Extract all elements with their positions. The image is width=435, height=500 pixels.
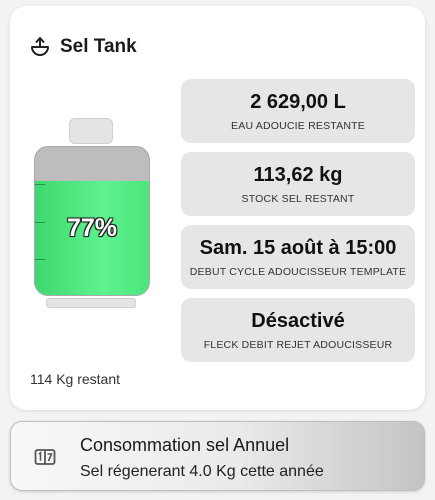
stat-value: Sam. 15 août à 15:00	[199, 237, 397, 259]
annual-consumption-value: Sel régenerant 4.0 Kg cette année	[80, 463, 324, 480]
stat-value: 2 629,00 L	[250, 91, 346, 113]
stat-stock-sel[interactable]: 113,62 kg STOCK SEL RESTANT	[181, 152, 415, 216]
tank-cap	[69, 118, 113, 144]
stat-label: EAU ADOUCIE RESTANTE	[231, 120, 365, 132]
card-title: Sel Tank	[60, 36, 137, 57]
stat-fleck-debit[interactable]: Désactivé FLECK DEBIT REJET ADOUCISSEUR	[181, 298, 415, 362]
stat-label: DEBUT CYCLE ADOUCISSEUR TEMPLATE	[189, 266, 407, 278]
tank-percent-label: 77%	[66, 214, 118, 242]
card-header: Sel Tank	[28, 35, 137, 59]
scale-icon	[28, 35, 52, 59]
annual-consumption-title: Consommation sel Annuel	[80, 435, 290, 455]
stat-label: FLECK DEBIT REJET ADOUCISSEUR	[203, 339, 393, 351]
remaining-salt-text: 114 Kg restant	[30, 371, 121, 387]
tank-tick	[35, 184, 45, 185]
annual-consumption-card[interactable]: Consommation sel Annuel Sel régenerant 4…	[10, 421, 425, 491]
stat-eau-adoucie[interactable]: 2 629,00 L EAU ADOUCIE RESTANTE	[181, 79, 415, 143]
tank-base	[46, 298, 136, 308]
stat-label: STOCK SEL RESTANT	[241, 193, 355, 205]
stat-debut-cycle[interactable]: Sam. 15 août à 15:00 DEBUT CYCLE ADOUCIS…	[181, 225, 415, 289]
tank-tick	[35, 259, 45, 260]
stat-value: Désactivé	[251, 310, 345, 332]
salt-tank-gauge: 77%	[32, 118, 152, 308]
counter-icon	[33, 445, 57, 469]
stat-value: 113,62 kg	[253, 164, 343, 186]
sel-tank-card: Sel Tank 77% 114 Kg restant 2 629,00 L E…	[10, 6, 425, 410]
